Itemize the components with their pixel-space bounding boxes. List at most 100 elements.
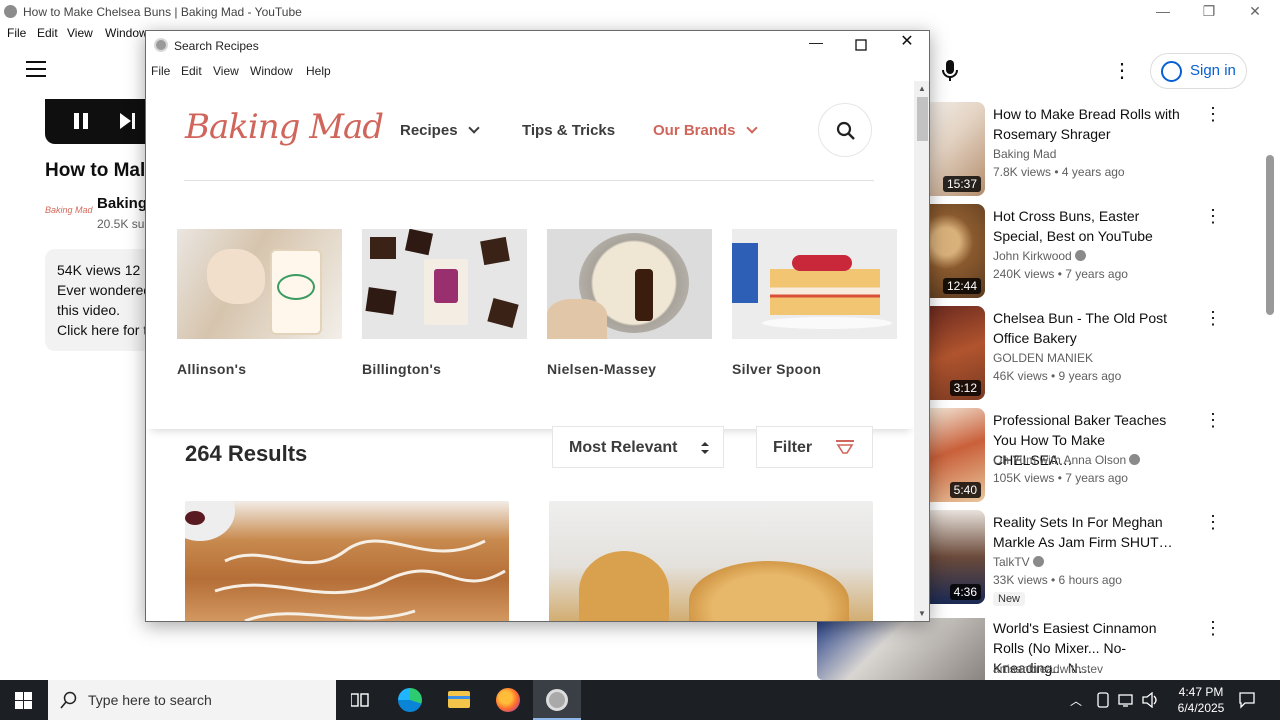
recipe-card[interactable] — [549, 501, 873, 621]
recommendation-item[interactable]: 3:12 Chelsea Bun - The Old Post Office B… — [929, 306, 1279, 406]
video-thumbnail[interactable]: 15:37 — [929, 102, 985, 196]
more-options-icon[interactable]: ⋮ — [1204, 512, 1222, 533]
recommendation-item[interactable]: 15:37 How to Make Bread Rolls with Rosem… — [929, 102, 1279, 202]
more-options-icon[interactable]: ⋮ — [1204, 410, 1222, 431]
window-title: Search Recipes — [174, 39, 259, 53]
next-icon[interactable] — [118, 112, 136, 130]
scroll-up-icon[interactable]: ▲ — [918, 84, 926, 93]
edge-browser-icon[interactable] — [386, 680, 434, 720]
more-options-icon[interactable]: ⋮ — [1204, 308, 1222, 329]
vanilla-bowl-photo — [547, 229, 712, 339]
recommendation-title[interactable]: Hot Cross Buns, Easter Special, Best on … — [993, 206, 1188, 246]
verified-icon — [1074, 250, 1086, 261]
filter-button[interactable]: Filter — [756, 426, 873, 468]
description-line: Click here for t — [57, 322, 148, 338]
network-icon[interactable] — [1118, 692, 1136, 708]
channel-name: Oh Yum with Anna Olson — [993, 453, 1127, 467]
close-icon[interactable]: ✕ — [1232, 0, 1278, 24]
video-thumbnail[interactable] — [817, 618, 985, 680]
search-button[interactable] — [818, 103, 872, 157]
scrollbar-thumb[interactable] — [917, 97, 928, 141]
minimize-icon[interactable]: — — [793, 31, 839, 55]
start-button[interactable] — [0, 680, 48, 720]
firefox-icon[interactable] — [484, 680, 532, 720]
video-thumbnail[interactable]: 5:40 — [929, 408, 985, 502]
video-thumbnail[interactable]: 3:12 — [929, 306, 985, 400]
file-explorer-icon[interactable] — [435, 680, 483, 720]
channel-name[interactable]: Baking — [97, 195, 147, 212]
menu-edit[interactable]: Edit — [37, 26, 58, 40]
window-scrollbar[interactable]: ▲ ▼ — [914, 81, 929, 621]
system-clock[interactable]: 4:47 PM 6/4/2025 — [1166, 684, 1236, 716]
microphone-icon[interactable] — [933, 53, 967, 87]
menu-window[interactable]: Window — [105, 26, 148, 40]
account-icon — [1161, 61, 1182, 82]
sort-select[interactable]: Most Relevant — [552, 426, 724, 468]
hamburger-menu-icon[interactable] — [26, 61, 46, 77]
recommendation-title[interactable]: Chelsea Bun - The Old Post Office Bakery — [993, 308, 1188, 348]
nav-tips-tricks[interactable]: Tips & Tricks — [522, 122, 615, 139]
search-recipes-taskbar-icon[interactable] — [533, 680, 581, 720]
sort-select-value: Most Relevant — [569, 439, 678, 456]
maximize-icon[interactable] — [855, 39, 867, 51]
recommendation-channel[interactable]: TalkTV — [993, 555, 1044, 569]
menu-file[interactable]: File — [151, 64, 170, 78]
taskbar: Type here to search ︿ 4:47 PM 6/4/2025 — [0, 680, 1280, 720]
brand-card-billingtons[interactable]: Billington's — [362, 229, 527, 377]
sign-in-button[interactable]: Sign in — [1150, 53, 1247, 89]
menu-view[interactable]: View — [213, 64, 239, 78]
recommendation-item[interactable]: 12:44 Hot Cross Buns, Easter Special, Be… — [929, 204, 1279, 304]
video-thumbnail[interactable]: 4:36 — [929, 510, 985, 604]
verified-icon — [1032, 556, 1044, 567]
recommendation-channel[interactable]: Baking Mad — [993, 147, 1056, 161]
close-icon[interactable]: ✕ — [884, 31, 929, 55]
nav-recipes[interactable]: Recipes — [400, 122, 480, 139]
channel-logo[interactable]: Baking Mad — [45, 205, 93, 215]
brand-card-silver-spoon[interactable]: Silver Spoon — [732, 229, 897, 377]
more-options-icon[interactable]: ⋮ — [1204, 618, 1222, 639]
recommendation-item[interactable]: 4:36 Reality Sets In For Meghan Markle A… — [929, 510, 1279, 610]
page-content: Baking Mad Recipes Tips & Tricks Our Bra… — [147, 81, 914, 621]
youtube-titlebar: How to Make Chelsea Buns | Baking Mad - … — [0, 0, 1280, 24]
menu-help[interactable]: Help — [306, 64, 331, 78]
youtube-window-title: How to Make Chelsea Buns | Baking Mad - … — [23, 5, 302, 19]
recipe-card[interactable] — [185, 501, 509, 621]
minimize-icon[interactable]: — — [1140, 0, 1186, 24]
pause-icon[interactable] — [72, 112, 90, 130]
menu-edit[interactable]: Edit — [181, 64, 202, 78]
recommendation-title[interactable]: How to Make Bread Rolls with Rosemary Sh… — [993, 104, 1188, 144]
taskbar-search-placeholder: Type here to search — [88, 692, 212, 708]
description-line: Ever wondered — [57, 282, 152, 298]
baking-mad-logo[interactable]: Baking Mad — [185, 107, 384, 147]
menu-file[interactable]: File — [7, 26, 26, 40]
device-icon[interactable] — [1096, 692, 1110, 708]
show-hidden-icons[interactable]: ︿ — [1070, 692, 1082, 709]
menu-view[interactable]: View — [67, 26, 93, 40]
video-thumbnail[interactable]: 12:44 — [929, 204, 985, 298]
video-description[interactable]: 54K views 12 Ever wondered this video. C… — [45, 249, 155, 351]
video-title: How to Mal — [45, 160, 146, 181]
more-options-icon[interactable]: ⋮ — [1204, 206, 1222, 227]
recommendation-channel[interactable]: artisanbreadwithstev — [993, 662, 1103, 676]
recommendation-channel[interactable]: Oh Yum with Anna Olson — [993, 453, 1141, 467]
task-view-icon[interactable] — [336, 680, 384, 720]
nav-recipes-label: Recipes — [400, 122, 458, 139]
more-options-icon[interactable]: ⋮ — [1112, 58, 1132, 83]
notifications-icon[interactable] — [1238, 691, 1256, 709]
recommendation-title[interactable]: Reality Sets In For Meghan Markle As Jam… — [993, 512, 1188, 552]
volume-icon[interactable] — [1142, 692, 1160, 708]
search-icon — [836, 121, 855, 140]
recommendation-item[interactable]: 5:40 Professional Baker Teaches You How … — [929, 408, 1279, 508]
sort-arrows-icon — [701, 442, 709, 454]
more-options-icon[interactable]: ⋮ — [1204, 104, 1222, 125]
taskbar-search[interactable]: Type here to search — [48, 680, 336, 720]
recommendation-channel[interactable]: GOLDEN MANIEK — [993, 351, 1093, 365]
nav-our-brands[interactable]: Our Brands — [653, 122, 758, 139]
video-player-controls[interactable] — [45, 99, 155, 144]
recommendation-channel[interactable]: John Kirkwood — [993, 249, 1086, 263]
menu-window[interactable]: Window — [250, 64, 293, 78]
restore-icon[interactable]: ❐ — [1186, 0, 1232, 24]
brand-card-allinsons[interactable]: Allinson's — [177, 229, 342, 377]
brand-card-nielsen-massey[interactable]: Nielsen-Massey — [547, 229, 712, 377]
scroll-down-icon[interactable]: ▼ — [918, 609, 926, 618]
